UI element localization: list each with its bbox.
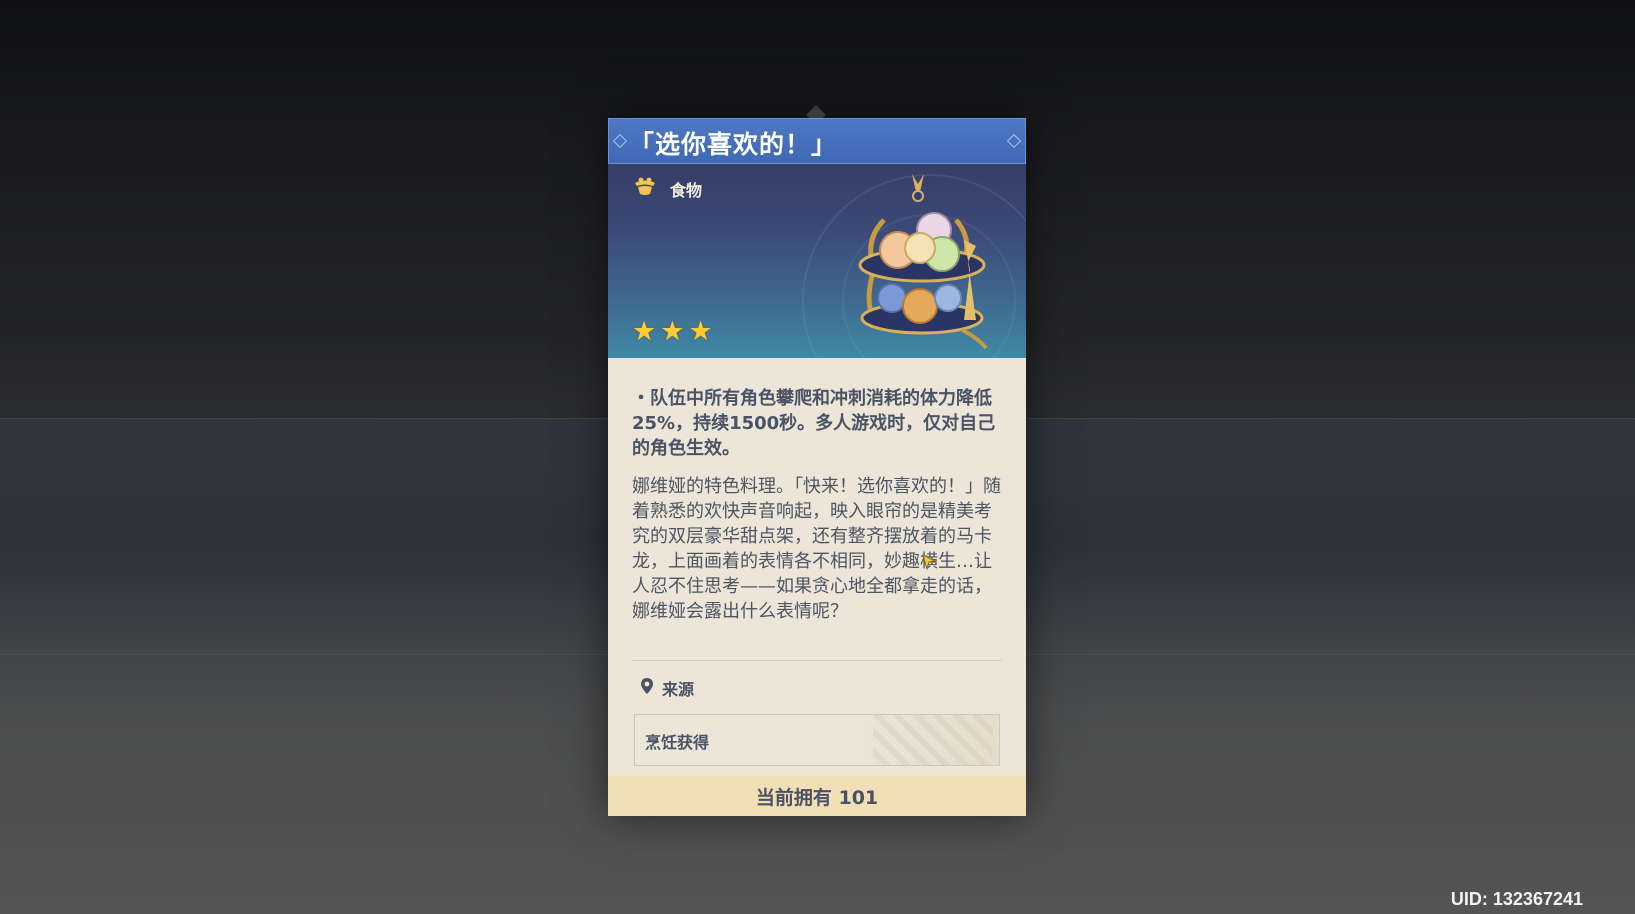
left-diamond-ornament <box>612 133 628 149</box>
item-description-panel: ・队伍中所有角色攀爬和冲刺消耗的体力降低25%，持续1500秒。多人游戏时，仅对… <box>608 358 1026 776</box>
item-type-label: 食物 <box>670 181 703 200</box>
source-header: 来源 <box>640 676 694 700</box>
food-icon <box>632 176 658 202</box>
mouse-cursor-icon <box>922 554 937 574</box>
item-lore: 娜维娅的特色料理。「快来！选你喜欢的！」随着熟悉的欢快声音响起，映入眼帘的是精美… <box>632 476 1001 622</box>
uid-label: UID: 132367241 <box>1450 889 1583 909</box>
source-entry[interactable]: 烹饪获得 <box>634 714 1000 766</box>
location-pin-icon <box>640 677 654 699</box>
item-type: 食物 <box>632 176 702 202</box>
divider <box>632 660 1002 661</box>
star-icon: ★ <box>688 316 713 347</box>
right-diamond-ornament <box>1006 133 1022 149</box>
star-icon: ★ <box>660 316 685 347</box>
item-detail-card: 「选你喜欢的！」 食物 ★ ★ ★ ・队伍中所有角色攀爬和冲刺消耗的体力降低25… <box>608 105 1026 816</box>
source-title: 来源 <box>662 680 695 699</box>
rarity-stars: ★ ★ ★ <box>632 318 713 345</box>
item-effect: ・队伍中所有角色攀爬和冲刺消耗的体力降低25%，持续1500秒。多人游戏时，仅对… <box>632 388 996 459</box>
source-value: 烹饪获得 <box>645 733 710 752</box>
item-banner: 食物 ★ ★ ★ <box>608 164 1026 358</box>
macaron-dessert-stand-image <box>844 170 1004 354</box>
owned-count: 当前拥有 101 <box>755 786 879 809</box>
star-icon: ★ <box>632 316 657 347</box>
owned-count-bar: 当前拥有 101 <box>608 776 1026 816</box>
source-entry-decoration <box>873 715 993 765</box>
item-title: 「选你喜欢的！」 <box>629 130 838 159</box>
title-bar: 「选你喜欢的！」 <box>608 118 1026 164</box>
